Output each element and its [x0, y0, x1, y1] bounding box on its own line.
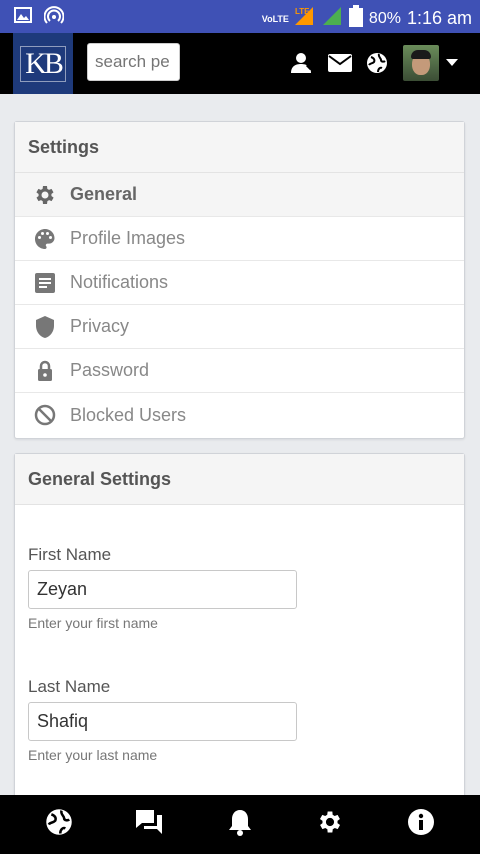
first-name-help: Enter your first name: [28, 615, 158, 631]
last-name-label: Last Name: [28, 677, 111, 696]
globe-icon[interactable]: [362, 46, 392, 80]
last-name-help: Enter your last name: [28, 747, 158, 763]
battery-icon: [348, 5, 363, 32]
volte-indicator: VoLTE: [261, 13, 289, 24]
last-name-field[interactable]: [28, 702, 297, 741]
settings-panel: Settings General Profile Images Notifica…: [14, 121, 465, 439]
avatar[interactable]: [403, 45, 439, 81]
settings-item-blocked-users[interactable]: Blocked Users: [15, 393, 464, 437]
settings-item-label: Profile Images: [70, 228, 186, 248]
gear-icon: [32, 182, 58, 208]
shield-icon: [32, 314, 58, 340]
settings-item-general[interactable]: General: [15, 173, 464, 217]
hotspot-icon: [43, 6, 65, 31]
settings-item-label: Password: [70, 360, 150, 380]
lte-signal-icon: LTE: [293, 5, 315, 32]
block-icon: [32, 402, 58, 428]
top-navbar: KB: [0, 33, 480, 94]
lock-icon: [32, 358, 58, 384]
clock: 1:16 am: [406, 8, 472, 28]
bottom-nav-globe[interactable]: [29, 795, 89, 854]
globe-icon: [45, 808, 73, 841]
article-icon: [32, 270, 58, 296]
image-notification-icon: [14, 6, 32, 31]
bottom-nav-settings[interactable]: [300, 795, 360, 854]
settings-item-label: Privacy: [70, 316, 130, 336]
friend-requests-icon[interactable]: [287, 46, 317, 80]
settings-item-password[interactable]: Password: [15, 349, 464, 393]
settings-item-profile-images[interactable]: Profile Images: [15, 217, 464, 261]
bell-icon: [228, 808, 252, 841]
bottom-nav: [0, 795, 480, 854]
chat-icon: [134, 808, 164, 841]
settings-item-privacy[interactable]: Privacy: [15, 305, 464, 349]
logo-text: KB: [20, 45, 66, 82]
search-input[interactable]: [87, 43, 180, 81]
status-bar: VoLTE LTE 80% 1:16 am: [0, 0, 480, 33]
bottom-nav-info[interactable]: [391, 795, 451, 854]
first-name-label: First Name: [28, 545, 112, 564]
chevron-down-icon[interactable]: [446, 59, 458, 66]
palette-icon: [32, 226, 58, 252]
settings-panel-title: Settings: [15, 122, 464, 173]
settings-item-label: Blocked Users: [70, 404, 187, 425]
gear-icon: [316, 808, 344, 841]
svg-text:LTE: LTE: [295, 7, 310, 16]
settings-item-label: General: [70, 184, 138, 204]
first-name-field[interactable]: [28, 570, 297, 609]
settings-item-label: Notifications: [70, 272, 169, 292]
cell-signal-icon: [321, 5, 343, 32]
bottom-nav-messages[interactable]: [119, 795, 179, 854]
mail-icon[interactable]: [325, 46, 355, 80]
general-settings-panel: General Settings First Name Enter your f…: [14, 453, 465, 813]
battery-percentage: 80%: [368, 9, 401, 27]
settings-item-notifications[interactable]: Notifications: [15, 261, 464, 305]
logo[interactable]: KB: [13, 33, 73, 94]
bottom-nav-notifications[interactable]: [210, 795, 270, 854]
info-icon: [407, 808, 435, 841]
general-settings-title: General Settings: [15, 454, 464, 505]
